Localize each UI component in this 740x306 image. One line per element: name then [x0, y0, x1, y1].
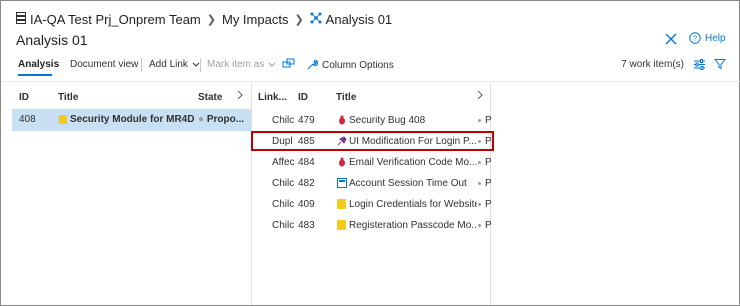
breadcrumb: IA-QA Test Prj_Onprem Team ❯ My Impacts … [16, 10, 392, 28]
row-id: 484 [298, 157, 315, 168]
settings-sliders-icon[interactable] [693, 58, 707, 72]
chevron-down-icon [192, 62, 200, 67]
bug-icon [337, 115, 347, 125]
row-link-type: Chilc [272, 220, 295, 231]
column-header-title[interactable]: Title [336, 92, 356, 103]
column-header-id[interactable]: ID [19, 92, 29, 103]
user-story-icon [337, 199, 347, 209]
linked-items-table: Link... ID Title Chilc 479 Security Bug … [251, 83, 494, 305]
table-row[interactable]: Chilc 482 Account Session Time Out P [252, 173, 492, 194]
row-id: 409 [298, 199, 315, 210]
column-options-label: Column Options [322, 59, 394, 71]
user-story-icon [337, 220, 347, 230]
row-state: P [485, 199, 492, 210]
row-link-type: Chilc [272, 115, 295, 126]
breadcrumb-current: Analysis 01 [325, 11, 393, 27]
row-state: ● Propo... [198, 114, 245, 125]
row-title: Account Session Time Out [349, 178, 467, 189]
row-link-type: Affec [272, 157, 295, 168]
row-title: Email Verification Code Mo... [349, 157, 477, 168]
toolbar-divider [141, 58, 142, 72]
column-header-link[interactable]: Link... [258, 92, 287, 103]
row-id: 408 [19, 114, 36, 125]
column-header-title[interactable]: Title [58, 92, 78, 103]
row-title: Security Module for MR4D... [70, 114, 194, 125]
help-button[interactable]: ? Help [689, 32, 726, 44]
help-label: Help [705, 32, 726, 44]
active-tab-indicator [18, 74, 52, 76]
table-row[interactable]: Chilc 483 Registeration Passcode Mo... P [252, 215, 492, 236]
toolbar-divider [200, 58, 201, 72]
row-id: 479 [298, 115, 315, 126]
column-header-id[interactable]: ID [298, 92, 308, 103]
state-dot [478, 203, 481, 206]
source-items-table: ID Title State 408 Security Module for M… [12, 83, 251, 305]
row-title: Registeration Passcode Mo... [349, 220, 477, 231]
help-icon: ? [689, 32, 701, 44]
filter-icon[interactable] [713, 58, 728, 72]
tab-document-view[interactable]: Document view [70, 59, 138, 70]
mark-item-as-button[interactable]: Mark item as [207, 59, 276, 70]
breadcrumb-section[interactable]: My Impacts [222, 12, 288, 27]
bug-icon [337, 157, 347, 167]
page-title: Analysis 01 [16, 32, 88, 48]
row-link-type: Chilc [272, 199, 295, 210]
add-link-label: Add Link [149, 59, 188, 70]
chevron-right-icon: ❯ [294, 13, 304, 26]
wrench-icon [307, 59, 318, 70]
impact-analysis-icon [310, 12, 322, 27]
chevron-right-icon[interactable] [476, 89, 486, 103]
row-state: P [485, 178, 492, 189]
chevron-right-icon[interactable] [236, 89, 246, 103]
test-case-icon [337, 178, 347, 188]
add-link-button[interactable]: Add Link [149, 59, 200, 70]
user-story-icon [59, 115, 68, 124]
toolbar: Analysis Document view Add Link Mark ite… [1, 55, 740, 77]
row-state: P [485, 157, 492, 168]
highlight-box [251, 131, 494, 151]
state-dot [478, 224, 481, 227]
row-state: P [485, 220, 492, 231]
row-id: 482 [298, 178, 315, 189]
tab-analysis[interactable]: Analysis [18, 59, 59, 70]
column-options-button[interactable]: Column Options [306, 59, 394, 71]
table-row[interactable]: Chilc 479 Security Bug 408 P [252, 110, 492, 131]
state-dot [478, 161, 481, 164]
toolbar-divider-line [1, 81, 740, 82]
row-state: P [485, 115, 492, 126]
svg-text:?: ? [693, 34, 697, 43]
work-item-count: 7 work item(s) [621, 59, 684, 70]
table-row[interactable]: Affec 484 Email Verification Code Mo... … [252, 152, 492, 173]
table-row-selected[interactable]: 408 Security Module for MR4D... ● Propo.… [12, 109, 251, 131]
sync-icon[interactable] [282, 58, 296, 72]
state-dot [478, 182, 481, 185]
row-title: Login Credentials for Website [349, 199, 477, 210]
state-dot [478, 119, 481, 122]
mark-item-as-label: Mark item as [207, 59, 265, 70]
column-header-state[interactable]: State [198, 92, 222, 103]
chevron-down-icon [268, 62, 276, 67]
breadcrumb-project[interactable]: IA-QA Test Prj_Onprem Team [30, 12, 201, 27]
row-link-type: Chilc [272, 178, 295, 189]
window: IA-QA Test Prj_Onprem Team ❯ My Impacts … [0, 0, 740, 306]
team-icon [16, 11, 26, 27]
chevron-right-icon: ❯ [206, 13, 216, 26]
row-id: 483 [298, 220, 315, 231]
table-row[interactable]: Chilc 409 Login Credentials for Website … [252, 194, 492, 215]
close-icon[interactable] [665, 33, 679, 47]
row-title: Security Bug 408 [349, 115, 426, 126]
